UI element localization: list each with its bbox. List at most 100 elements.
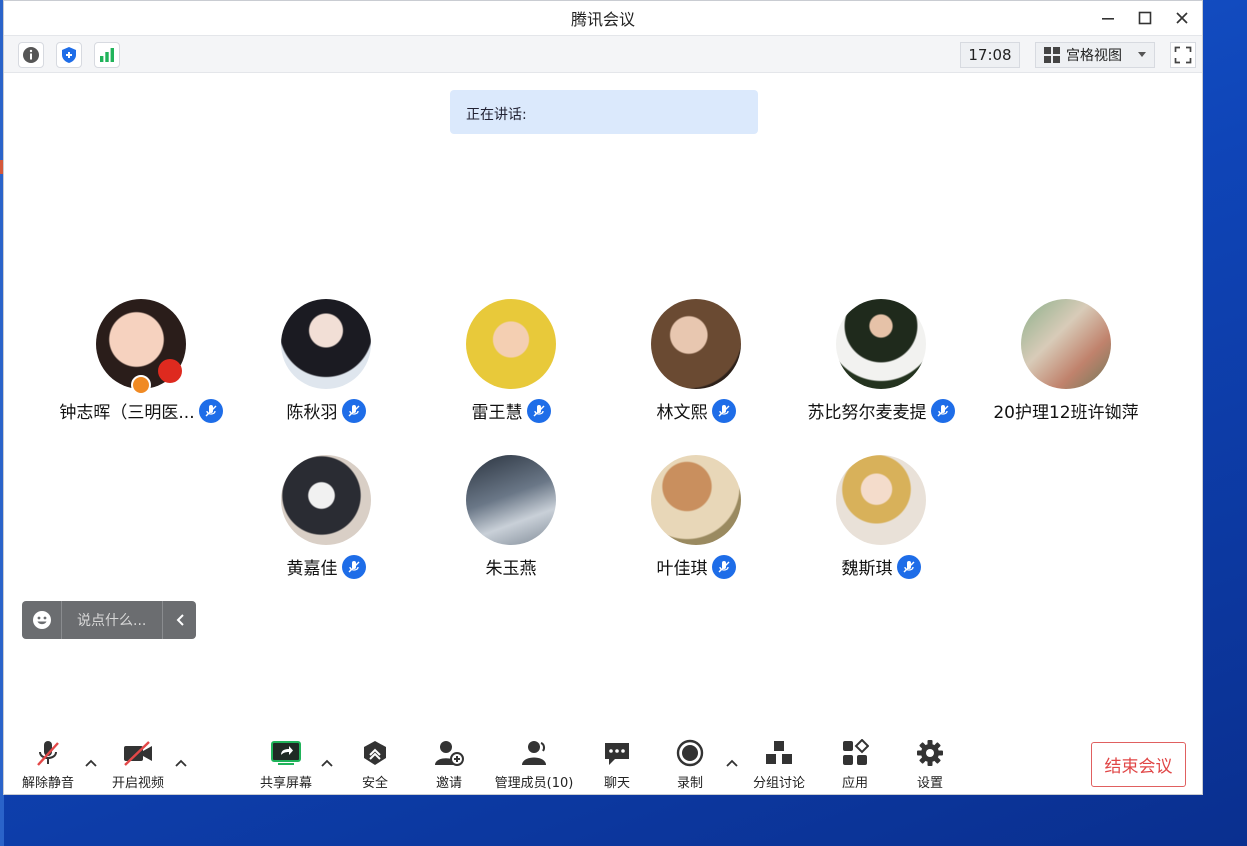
- security-label: 安全: [361, 776, 388, 791]
- invite-button[interactable]: 邀请: [409, 738, 489, 791]
- avatar: [1021, 299, 1111, 389]
- share-screen-icon: [271, 741, 301, 765]
- participant-tile[interactable]: 雷王慧: [411, 299, 611, 429]
- participant-name: 钟志晖（三明医...: [59, 403, 195, 423]
- security-status-button[interactable]: [56, 42, 82, 68]
- avatar: [466, 455, 556, 545]
- top-toolbar: 17:08 宫格视图: [4, 35, 1202, 73]
- participant-name: 朱玉燕: [485, 559, 537, 579]
- participant-tile[interactable]: 黄嘉佳: [226, 455, 426, 585]
- security-button[interactable]: 安全: [335, 738, 415, 791]
- participant-name-row: 苏比努尔麦麦提: [781, 398, 981, 423]
- avatar: [836, 299, 926, 389]
- apps-button[interactable]: 应用: [815, 738, 895, 791]
- end-meeting-button[interactable]: 结束会议: [1091, 742, 1186, 787]
- participant-tile[interactable]: 陈秋羽: [226, 299, 426, 429]
- apps-label: 应用: [841, 776, 868, 791]
- chevron-up-icon: [321, 759, 333, 767]
- manage-members-label: 管理成员(10): [494, 776, 574, 791]
- start-video-label: 开启视频: [111, 776, 164, 791]
- record-label: 录制: [676, 776, 703, 791]
- maximize-button[interactable]: [1127, 1, 1163, 35]
- apps-icon: [843, 739, 869, 765]
- chat-label: 聊天: [603, 776, 630, 791]
- audio-options-button[interactable]: [84, 756, 98, 770]
- unmute-button[interactable]: 解除静音: [8, 738, 88, 791]
- video-off-icon: [124, 741, 152, 766]
- participant-tile[interactable]: 20护理12班许铷萍: [966, 299, 1166, 429]
- chevron-up-icon: [85, 759, 97, 767]
- info-icon: [23, 47, 39, 63]
- network-signal-button[interactable]: [94, 42, 120, 68]
- video-options-button[interactable]: [174, 756, 188, 770]
- meeting-info-button[interactable]: [18, 42, 44, 68]
- participant-name-row: 黄嘉佳: [226, 554, 426, 579]
- start-video-button[interactable]: 开启视频: [98, 738, 178, 791]
- chat-button[interactable]: 聊天: [577, 738, 657, 791]
- speaking-indicator: 正在讲话:: [450, 90, 758, 134]
- avatar: [651, 299, 741, 389]
- fullscreen-button[interactable]: [1170, 42, 1196, 68]
- chat-input[interactable]: 说点什么...: [62, 610, 162, 630]
- quick-chat-bar: 说点什么...: [22, 601, 196, 639]
- mic-muted-icon: [341, 554, 366, 579]
- participant-name-row: 20护理12班许铷萍: [966, 398, 1166, 423]
- share-screen-label: 共享屏幕: [259, 776, 312, 791]
- smiley-icon: [32, 611, 51, 629]
- mic-muted-icon: [526, 398, 551, 423]
- add-user-icon: [435, 741, 464, 766]
- emoji-button[interactable]: [22, 601, 62, 639]
- avatar: [836, 455, 926, 545]
- mic-muted-icon: [711, 554, 736, 579]
- participant-tile[interactable]: 林文熙: [596, 299, 796, 429]
- share-options-button[interactable]: [320, 756, 334, 770]
- fullscreen-icon: [1174, 46, 1192, 64]
- mic-muted-icon: [198, 398, 223, 423]
- breakout-icon: [766, 741, 792, 764]
- participant-tile[interactable]: 钟志晖（三明医...: [41, 299, 241, 429]
- participant-name-row: 陈秋羽: [226, 398, 426, 423]
- participant-name: 20护理12班许铷萍: [993, 403, 1139, 423]
- share-screen-button[interactable]: 共享屏幕: [246, 738, 326, 791]
- participant-name-row: 朱玉燕: [411, 554, 611, 579]
- bottom-toolbar: 解除静音 开启视频 共享屏幕 安全 邀请 管理成员(10) 聊天 录制 分组讨论…: [4, 726, 1202, 794]
- manage-members-button[interactable]: 管理成员(10): [494, 738, 574, 791]
- participant-name: 黄嘉佳: [286, 559, 338, 579]
- participant-tile[interactable]: 朱玉燕: [411, 455, 611, 585]
- participant-name-row: 魏斯琪: [781, 554, 981, 579]
- flag-badge-icon: [158, 359, 182, 383]
- minimize-button[interactable]: [1090, 1, 1126, 35]
- participant-name: 陈秋羽: [286, 403, 338, 423]
- breakout-rooms-button[interactable]: 分组讨论: [739, 738, 819, 791]
- collapse-chat-button[interactable]: [162, 601, 196, 639]
- close-button[interactable]: [1164, 1, 1200, 35]
- record-button[interactable]: 录制: [650, 738, 730, 791]
- participant-tile[interactable]: 魏斯琪: [781, 455, 981, 585]
- participant-name-row: 叶佳琪: [596, 554, 796, 579]
- participant-name: 雷王慧: [471, 403, 523, 423]
- chat-bubble-icon: [605, 743, 629, 765]
- avatar: [281, 455, 371, 545]
- minimize-icon: [1102, 18, 1114, 20]
- mic-off-icon: [37, 741, 59, 766]
- unmute-label: 解除静音: [21, 776, 74, 791]
- gear-icon: [917, 740, 943, 766]
- participant-tile[interactable]: 叶佳琪: [596, 455, 796, 585]
- participant-name-row: 钟志晖（三明医...: [41, 398, 241, 423]
- avatar: [281, 299, 371, 389]
- mic-muted-icon: [711, 398, 736, 423]
- meeting-clock: 17:08: [960, 42, 1020, 68]
- participant-name-row: 林文熙: [596, 398, 796, 423]
- record-icon: [676, 739, 704, 767]
- settings-button[interactable]: 设置: [890, 738, 970, 791]
- participant-name-row: 雷王慧: [411, 398, 611, 423]
- meeting-window: 腾讯会议 17:08 宫格视图 正在讲话: 钟志晖（三明医... 陈秋羽 雷王慧…: [3, 0, 1203, 795]
- members-icon: [522, 741, 546, 765]
- close-icon: [1176, 12, 1188, 24]
- view-mode-label: 宫格视图: [1066, 48, 1122, 64]
- record-options-button[interactable]: [725, 756, 739, 770]
- title-bar: 腾讯会议: [4, 1, 1202, 35]
- participant-tile[interactable]: 苏比努尔麦麦提: [781, 299, 981, 429]
- chevron-up-icon: [175, 759, 187, 767]
- view-mode-dropdown[interactable]: 宫格视图: [1035, 42, 1155, 68]
